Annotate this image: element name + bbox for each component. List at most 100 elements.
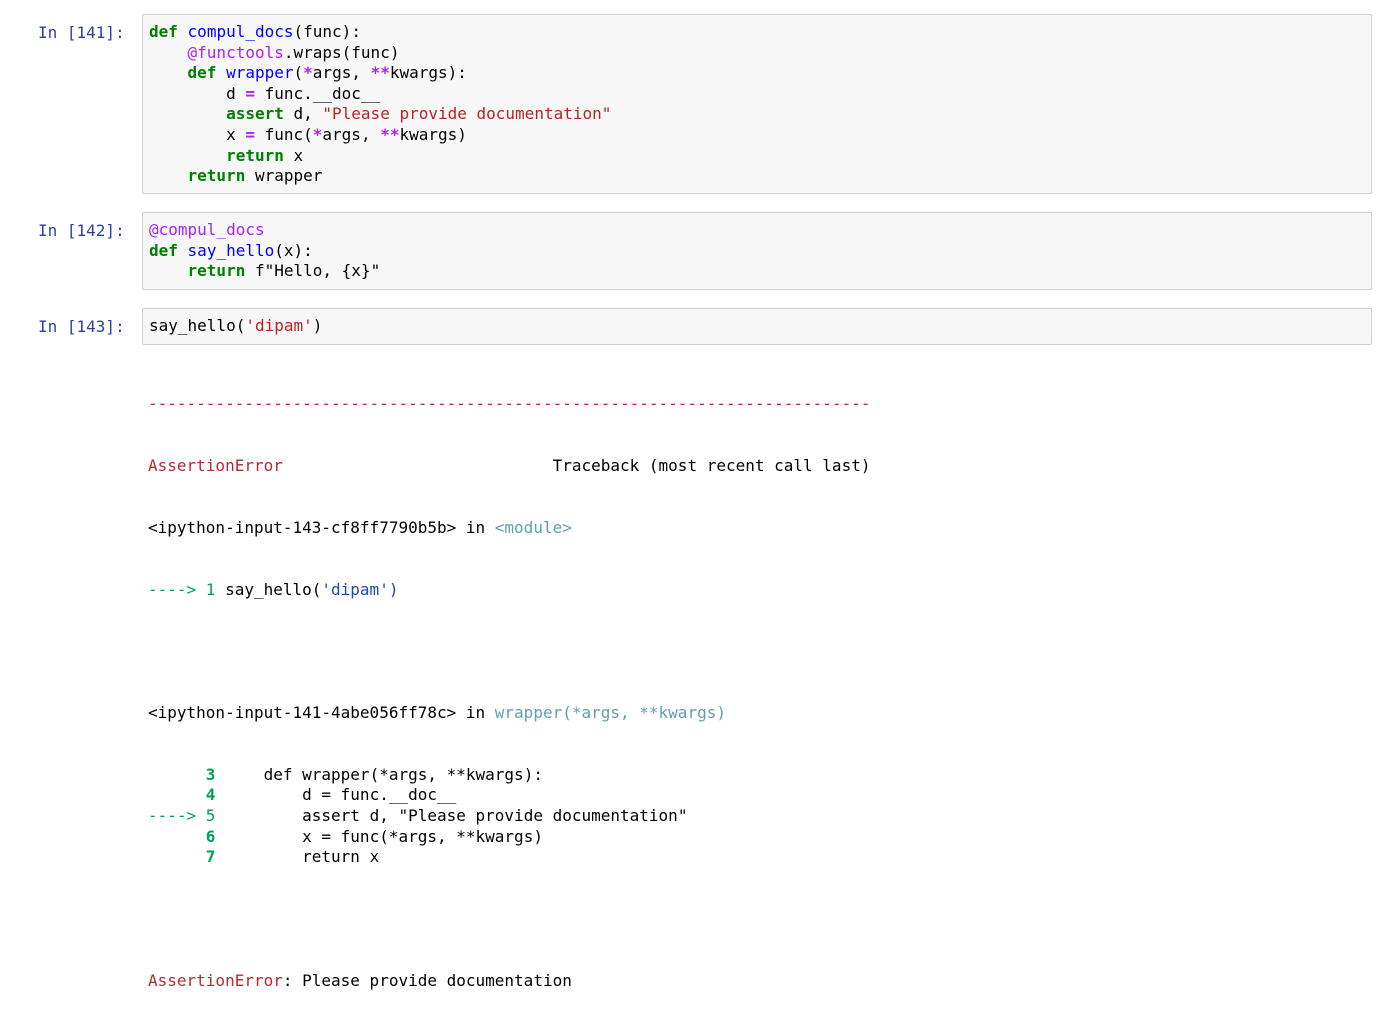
frame-close: ): [388, 579, 399, 599]
code-line: def wrapper(*args, **kwargs):: [149, 63, 611, 84]
code-line: x = func(*args, **kwargs): [149, 125, 611, 146]
code-token: compul_docs: [187, 22, 294, 41]
code-line: @functools.wraps(func): [149, 43, 611, 64]
code-token: "Please provide documentation": [322, 104, 612, 124]
line-code: return x: [215, 847, 380, 867]
code-token: *: [303, 63, 313, 83]
code-token: @compul_docs: [149, 220, 265, 239]
code-token: wrapper: [226, 63, 294, 83]
line-prefix: ---->: [148, 806, 206, 826]
code-line: return x: [149, 146, 611, 167]
code-token: 'dipam': [245, 316, 313, 335]
code-token: {x}: [341, 261, 371, 281]
traceback-line: 4 d = func.__doc__: [148, 785, 870, 806]
code-token: assert: [226, 104, 284, 124]
code-token: =: [245, 124, 255, 144]
traceback-line: 6 x = func(*args, **kwargs): [148, 827, 870, 848]
frame-in: in: [456, 517, 495, 537]
code-token: ): [312, 316, 323, 335]
code-token: def: [187, 63, 217, 83]
code-line: say_hello('dipam'): [149, 316, 322, 337]
code-token: return: [187, 261, 246, 281]
code-line: assert d, "Please provide documentation": [149, 104, 611, 125]
code-token: (func):: [293, 22, 361, 41]
line-number: 7: [205, 847, 216, 867]
line-prefix: [148, 765, 206, 784]
frame-file: <ipython-input-141-4abe056ff78c>: [148, 703, 457, 723]
error-name: AssertionError: [148, 455, 283, 475]
code-token: @functools: [187, 42, 284, 62]
code-line: d = func.__doc__: [149, 84, 611, 105]
code-token: ": [370, 261, 381, 281]
code-editor[interactable]: @compul_docsdef say_hello(x): return f"H…: [142, 212, 1372, 290]
code-text[interactable]: def compul_docs(func): @functools.wraps(…: [149, 22, 611, 187]
code-line: def say_hello(x):: [149, 241, 380, 262]
code-token: kwargs):: [389, 63, 467, 83]
input-prompt: In [141]:: [38, 23, 125, 42]
traceback-frame-header: <ipython-input-143-cf8ff7790b5b> in <mod…: [148, 518, 870, 539]
final-error-message: : Please provide documentation: [282, 970, 572, 990]
code-token: args,: [322, 124, 381, 144]
code-token: x: [149, 124, 246, 144]
code-token: kwargs): [399, 124, 467, 144]
code-token: wrapper: [245, 166, 323, 186]
frame-function: wrapper(*args, **kwargs): [494, 703, 726, 723]
line-code: def wrapper(*args, **kwargs):: [215, 764, 543, 784]
code-token: (x):: [274, 240, 313, 260]
code-token: def: [149, 22, 178, 41]
code-text[interactable]: say_hello('dipam'): [149, 316, 322, 337]
traceback-frame-line: ----> 1 say_hello('dipam'): [148, 580, 870, 601]
code-line: return f"Hello, {x}": [149, 261, 381, 282]
code-line: def compul_docs(func):: [149, 22, 611, 43]
code-token: func(: [254, 124, 313, 144]
code-token: args,: [312, 63, 371, 83]
final-error-name: AssertionError: [148, 970, 283, 990]
line-prefix: [148, 785, 206, 804]
traceback-header: Traceback (most recent call last): [552, 455, 871, 475]
code-token: f: [245, 261, 265, 281]
code-editor[interactable]: say_hello('dipam'): [142, 308, 1372, 345]
traceback-separator: ----------------------------------------…: [148, 394, 871, 414]
traceback-line: 3 def wrapper(*args, **kwargs):: [148, 765, 870, 786]
line-number: 4: [205, 785, 216, 805]
line-number: 5: [205, 806, 216, 826]
code-token: return: [187, 166, 246, 186]
current-line-arrow: ----> 1: [148, 579, 226, 599]
code-token: say_hello(: [149, 316, 246, 335]
code-text[interactable]: @compul_docsdef say_hello(x): return f"H…: [149, 220, 380, 282]
code-token: =: [245, 83, 255, 103]
code-token: x: [283, 145, 304, 165]
traceback-header-line: AssertionError Traceback (most recent ca…: [148, 456, 870, 477]
line-code: d = func.__doc__: [215, 785, 457, 805]
code-line: @compul_docs: [149, 220, 380, 241]
code-editor[interactable]: def compul_docs(func): @functools.wraps(…: [142, 14, 1372, 194]
input-prompt: In [143]:: [38, 317, 125, 336]
traceback-frame-header: <ipython-input-141-4abe056ff78c> in wrap…: [148, 703, 870, 724]
code-token: func.__doc__: [254, 83, 381, 103]
error-output: ----------------------------------------…: [148, 353, 870, 1033]
code-line: return wrapper: [149, 166, 611, 187]
code-token: .wraps(func): [283, 42, 400, 62]
traceback-current-line: ----> 5 assert d, "Please provide docume…: [148, 806, 870, 827]
frame-in: in: [456, 703, 495, 723]
code-token: return: [226, 145, 284, 165]
line-prefix: [148, 847, 206, 866]
frame-file: <ipython-input-143-cf8ff7790b5b>: [148, 517, 457, 537]
line-number: 3: [205, 764, 216, 784]
line-code: x = func(*args, **kwargs): [215, 826, 543, 846]
code-token: d: [149, 83, 246, 103]
code-token: *: [312, 124, 323, 144]
code-token: "Hello,: [264, 261, 342, 281]
code-token: (: [293, 63, 304, 83]
input-prompt: In [142]:: [38, 221, 125, 240]
